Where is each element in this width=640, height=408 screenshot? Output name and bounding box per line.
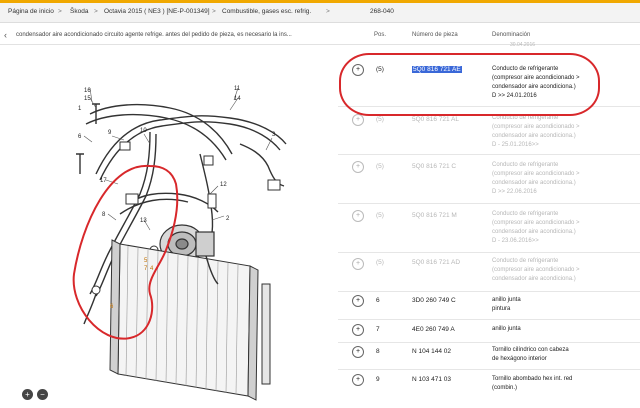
table-row[interactable]: + 8 N 104 144 02 Tornillo cilíndrico con… — [338, 343, 640, 370]
row-pos: 8 — [376, 348, 380, 355]
add-to-cart-icon[interactable]: + — [352, 210, 364, 222]
table-row[interactable]: + (5) 5Q0 816 721 M Conducto de refriger… — [338, 204, 640, 253]
table-row[interactable]: + (5) 5Q0 816 721 C Conducto de refriger… — [338, 155, 640, 204]
row-part-number[interactable]: 5Q0 816 721 C — [412, 163, 456, 170]
breadcrumb-model[interactable]: Octavia 2015 ( NE3 ) [NE-P-001349] — [104, 8, 210, 15]
row-description: Conducto de refrigerante (compresor aire … — [492, 162, 580, 195]
row-pos: 9 — [376, 376, 380, 383]
chevron-left-icon[interactable]: ‹ — [4, 30, 7, 40]
add-to-cart-icon[interactable]: + — [352, 295, 364, 307]
row-pos: (5) — [376, 212, 384, 219]
column-header-desc: Denominación — [492, 32, 531, 38]
row-part-number[interactable]: N 104 144 02 — [412, 348, 451, 355]
callout-label: 1 — [78, 106, 82, 112]
row-description: anillo junta pintura — [492, 297, 521, 312]
row-part-number[interactable]: 5Q0 816 721 AL — [412, 116, 459, 123]
breadcrumb-subgroup[interactable]: 268-040 — [370, 8, 394, 15]
add-to-cart-icon[interactable]: + — [352, 324, 364, 336]
row-part-number[interactable]: 3D0 260 749 C — [412, 297, 456, 304]
row-part-number[interactable]: N 103 471 03 — [412, 376, 451, 383]
row-description: Tornillo abombado hex int. red (combin.) — [492, 376, 573, 391]
callout-label: 9 — [108, 130, 112, 136]
add-to-cart-icon[interactable]: + — [352, 374, 364, 386]
breadcrumb-home[interactable]: Página de inicio — [8, 8, 54, 15]
breadcrumb-bar: Página de inicio > Škoda > Octavia 2015 … — [0, 0, 640, 23]
row-part-number[interactable]: 5Q0 816 721 M — [412, 212, 457, 219]
breadcrumb-separator: > — [212, 8, 216, 15]
table-row[interactable]: + 9 N 103 471 03 Tornillo abombado hex i… — [338, 370, 640, 403]
row-description: Tornillo cilíndrico con cabeza de hexágon… — [492, 347, 569, 362]
breadcrumb-group[interactable]: Combustible, gases esc. refrig. — [222, 8, 311, 15]
subheader-bar: ‹ condensador aire acondicionado circuit… — [0, 26, 640, 45]
partial-desc-top: 30.04.2016 — [510, 42, 536, 48]
zoom-in-icon[interactable]: + — [22, 389, 33, 400]
add-to-cart-icon[interactable]: + — [352, 258, 364, 270]
row-highlight-oval — [339, 53, 600, 116]
add-to-cart-icon[interactable]: + — [352, 346, 364, 358]
column-header-part: Número de pieza — [412, 32, 458, 38]
add-to-cart-icon[interactable]: + — [352, 114, 364, 126]
row-pos: 7 — [376, 326, 380, 333]
breadcrumb-separator: > — [94, 8, 98, 15]
illustration-title: condensador aire acondicionado circuito … — [16, 32, 292, 38]
row-pos: (5) — [376, 163, 384, 170]
row-pos: (5) — [376, 259, 384, 266]
breadcrumb-separator: > — [326, 8, 330, 15]
callout-label: 17 — [100, 178, 107, 184]
table-row[interactable]: + 7 4E0 260 749 A anillo junta — [338, 320, 640, 343]
breadcrumb-separator: > — [58, 8, 62, 15]
parts-illustration: 16 15 1 11 14 9 6 10 17 8 13 12 5 4 7 6 … — [72, 86, 287, 401]
callout-label: 16 — [84, 88, 91, 94]
row-pos: (5) — [376, 116, 384, 123]
callout-label: 8 — [102, 212, 106, 218]
row-part-number[interactable]: 4E0 260 749 A — [412, 326, 455, 333]
breadcrumb-brand[interactable]: Škoda — [70, 8, 88, 15]
callout-label: 13 — [140, 218, 147, 224]
zoom-out-icon[interactable]: − — [37, 389, 48, 400]
row-description: anillo junta — [492, 326, 521, 332]
callout-label: 15 — [84, 96, 91, 102]
callout-label: 12 — [220, 182, 227, 188]
row-pos: 6 — [376, 297, 380, 304]
callout-label: 10 — [140, 128, 147, 134]
table-row[interactable]: + 6 3D0 260 749 C anillo junta pintura — [338, 292, 640, 320]
row-part-number[interactable]: 5Q0 816 721 AD — [412, 259, 460, 266]
add-to-cart-icon[interactable]: + — [352, 161, 364, 173]
accent-stripe — [0, 0, 640, 3]
column-header-pos: Pos. — [374, 32, 387, 38]
parts-diagram[interactable]: 16 15 1 11 14 9 6 10 17 8 13 12 5 4 7 6 … — [0, 44, 330, 403]
callout-label: 14 — [234, 96, 241, 102]
callout-label: 11 — [234, 86, 241, 92]
row-description: Conducto de refrigerante (compresor aire … — [492, 115, 580, 148]
row-description: Conducto de refrigerante (compresor aire … — [492, 258, 580, 282]
callout-label: 2 — [226, 216, 230, 222]
callout-label: 6 — [78, 134, 82, 140]
row-description: Conducto de refrigerante (compresor aire … — [492, 211, 580, 244]
table-row[interactable]: + (5) 5Q0 816 721 AD Conducto de refrige… — [338, 253, 640, 292]
